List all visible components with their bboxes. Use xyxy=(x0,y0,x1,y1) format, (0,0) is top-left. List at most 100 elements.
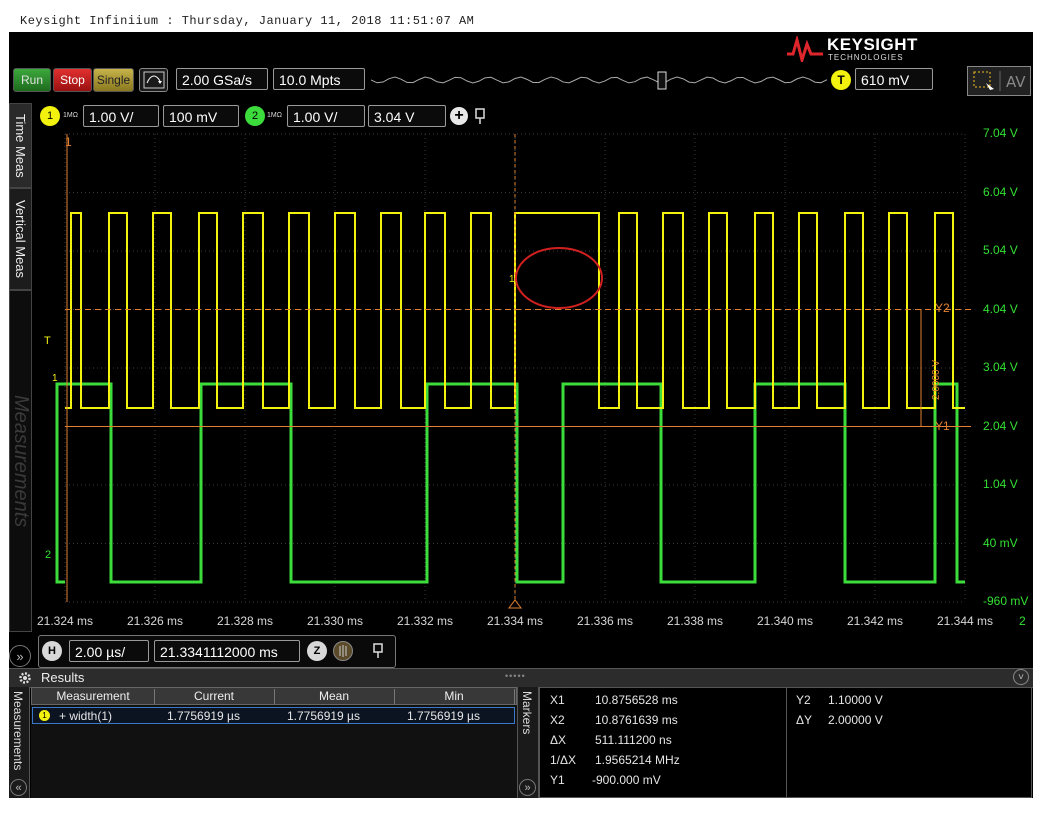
auto-scale-button[interactable] xyxy=(139,68,168,92)
measurement-table-header: Measurement Current Mean Min xyxy=(31,687,517,705)
marker-x2-value: 10.8761639 ms xyxy=(595,713,678,727)
row-mean: 1.7756919 µs xyxy=(287,709,360,723)
marker-inv-dx-label: 1/ΔX xyxy=(550,753,577,767)
waveform-display[interactable]: 1 2 T 1 2 1 Y2 Y1 2.0000 V xyxy=(9,132,1033,662)
time-position-field[interactable]: 21.3341112000 ms xyxy=(154,640,300,662)
svg-text:AV: AV xyxy=(1006,73,1026,91)
add-channel-icon[interactable]: + xyxy=(450,107,468,125)
measurement-table: Measurement Current Mean Min 1 + width(1… xyxy=(31,687,517,798)
marker-x1-value: 10.8756528 ms xyxy=(595,693,678,707)
horizontal-knob-icon[interactable] xyxy=(333,641,353,661)
corner-label-left: 1 xyxy=(65,135,72,149)
waveform-marker-1: 1 xyxy=(509,274,515,285)
ch1-offset-field[interactable]: 100 mV xyxy=(163,105,239,127)
x-tick-label: 21.328 ms xyxy=(217,614,274,628)
trigger-badge: T xyxy=(831,70,851,90)
marker-y1-label: Y1 xyxy=(935,419,950,433)
markers-panel-left: X1 10.8756528 ms X2 10.8761639 ms ΔX 511… xyxy=(539,687,787,798)
zoom-z-icon[interactable]: Z xyxy=(307,641,327,661)
trigger-marker: T xyxy=(44,335,51,347)
y-tick-label: 1.04 V xyxy=(983,477,1018,491)
y-tick-label: 2.04 V xyxy=(983,418,1018,433)
memory-depth-field[interactable]: 10.0 Mpts xyxy=(273,68,365,90)
window-title: Keysight Infiniium : Thursday, January 1… xyxy=(20,14,475,28)
y-tick-label: -960 mV xyxy=(983,594,1029,608)
keysight-wave-icon xyxy=(787,36,823,62)
knob-grip-icon xyxy=(339,645,347,657)
markers-panel-right: Y2 1.10000 V ΔY 2.00000 V xyxy=(786,687,1032,798)
keysight-logo: KEYSIGHT TECHNOLOGIES xyxy=(785,34,925,62)
zoom-tools[interactable]: AV xyxy=(967,66,1031,96)
marker-inv-dx-value: 1.9565214 MHz xyxy=(595,753,680,767)
horizontal-badge[interactable]: H xyxy=(42,641,62,661)
results-side-label: Measurements xyxy=(11,691,25,771)
brand-name: KEYSIGHT xyxy=(827,35,918,54)
ch2-impedance: 1MΩ xyxy=(267,112,282,119)
marker-y1-label: Y1 xyxy=(550,773,565,787)
timeline-overview[interactable] xyxy=(371,70,831,90)
gear-icon[interactable] xyxy=(17,670,33,686)
x-tick-label: 21.326 ms xyxy=(127,614,184,628)
row-current: 1.7756919 µs xyxy=(167,709,240,723)
ch2-badge[interactable]: 2 xyxy=(245,106,265,126)
trigger-level-field[interactable]: 610 mV xyxy=(855,68,933,90)
pin-icon[interactable] xyxy=(473,107,487,125)
marker-x1-label: X1 xyxy=(550,693,565,707)
results-side-tab[interactable]: Measurements « xyxy=(9,687,30,798)
scope-app: KEYSIGHT TECHNOLOGIES Run Stop Single 2.… xyxy=(9,32,1033,798)
ch2-scale-field[interactable]: 1.00 V/ xyxy=(287,105,365,127)
results-header: Results ••••• ˅ xyxy=(9,668,1033,688)
delta-y-label: 2.0000 V xyxy=(931,360,942,400)
y-tick-label: 3.04 V xyxy=(983,360,1018,374)
row-min: 1.7756919 µs xyxy=(407,709,480,723)
row-name: + width(1) xyxy=(59,709,113,723)
marker-dy-value: 2.00000 V xyxy=(828,713,883,727)
horizontal-pin-icon[interactable] xyxy=(371,642,385,660)
stop-button[interactable]: Stop xyxy=(53,68,92,92)
marker-y2-label: Y2 xyxy=(796,693,811,707)
zoom-box-icon: AV xyxy=(973,71,1026,91)
col-current[interactable]: Current xyxy=(154,689,275,704)
marker-dy-label: ΔY xyxy=(796,713,813,727)
time-scale-field[interactable]: 2.00 µs/ xyxy=(69,640,149,662)
y-tick-label: 40 mV xyxy=(983,535,1018,550)
x-tick-label: 21.344 ms xyxy=(937,614,994,628)
x-tick-label: 21.332 ms xyxy=(397,614,454,628)
col-measurement[interactable]: Measurement xyxy=(32,689,155,704)
x-tick-label: 21.336 ms xyxy=(577,614,634,628)
autoscale-icon xyxy=(143,71,164,89)
x-tick-label: 21.334 ms xyxy=(487,614,544,628)
marker-y1-value: -900.000 mV xyxy=(592,773,661,787)
collapse-chevron-icon[interactable]: ˅ xyxy=(1013,669,1029,685)
x-tick-label: 21.342 ms xyxy=(847,614,904,628)
y-tick-label: 5.04 V xyxy=(983,243,1018,257)
marker-y2-label: Y2 xyxy=(935,301,950,315)
brand-sub: TECHNOLOGIES xyxy=(828,53,904,62)
ch2-offset-field[interactable]: 3.04 V xyxy=(368,105,446,127)
x-tick-label: 21.340 ms xyxy=(757,614,814,628)
expand-left-icon[interactable]: » xyxy=(9,645,31,667)
y-tick-label: 4.04 V xyxy=(983,301,1018,316)
sample-rate-field[interactable]: 2.00 GSa/s xyxy=(176,68,268,90)
marker-dx-label: ΔX xyxy=(550,733,567,747)
results-expand-icon[interactable]: « xyxy=(10,779,27,796)
x-tick-label: 21.330 ms xyxy=(307,614,364,628)
ch2-ground-marker: 2 xyxy=(45,549,51,561)
corner-label-right: 2 xyxy=(1019,614,1026,628)
row-channel-badge: 1 xyxy=(39,710,50,721)
markers-side-tab[interactable]: Markers » xyxy=(517,687,539,798)
ch1-scale-field[interactable]: 1.00 V/ xyxy=(83,105,159,127)
marker-dx-value: 511.111200 ns xyxy=(595,733,672,747)
y-tick-label: 7.04 V xyxy=(983,126,1018,140)
ch1-badge[interactable]: 1 xyxy=(40,106,60,126)
col-min[interactable]: Min xyxy=(394,689,515,704)
col-mean[interactable]: Mean xyxy=(274,689,395,704)
marker-x2-label: X2 xyxy=(550,713,565,727)
table-row[interactable]: 1 + width(1) 1.7756919 µs 1.7756919 µs 1… xyxy=(32,707,515,724)
run-button[interactable]: Run xyxy=(13,68,51,92)
markers-expand-icon[interactable]: » xyxy=(519,779,536,796)
resize-grip-icon[interactable]: ••••• xyxy=(505,671,526,681)
single-button[interactable]: Single xyxy=(93,68,134,92)
results-title: Results xyxy=(41,670,85,685)
x-tick-label: 21.338 ms xyxy=(667,614,724,628)
